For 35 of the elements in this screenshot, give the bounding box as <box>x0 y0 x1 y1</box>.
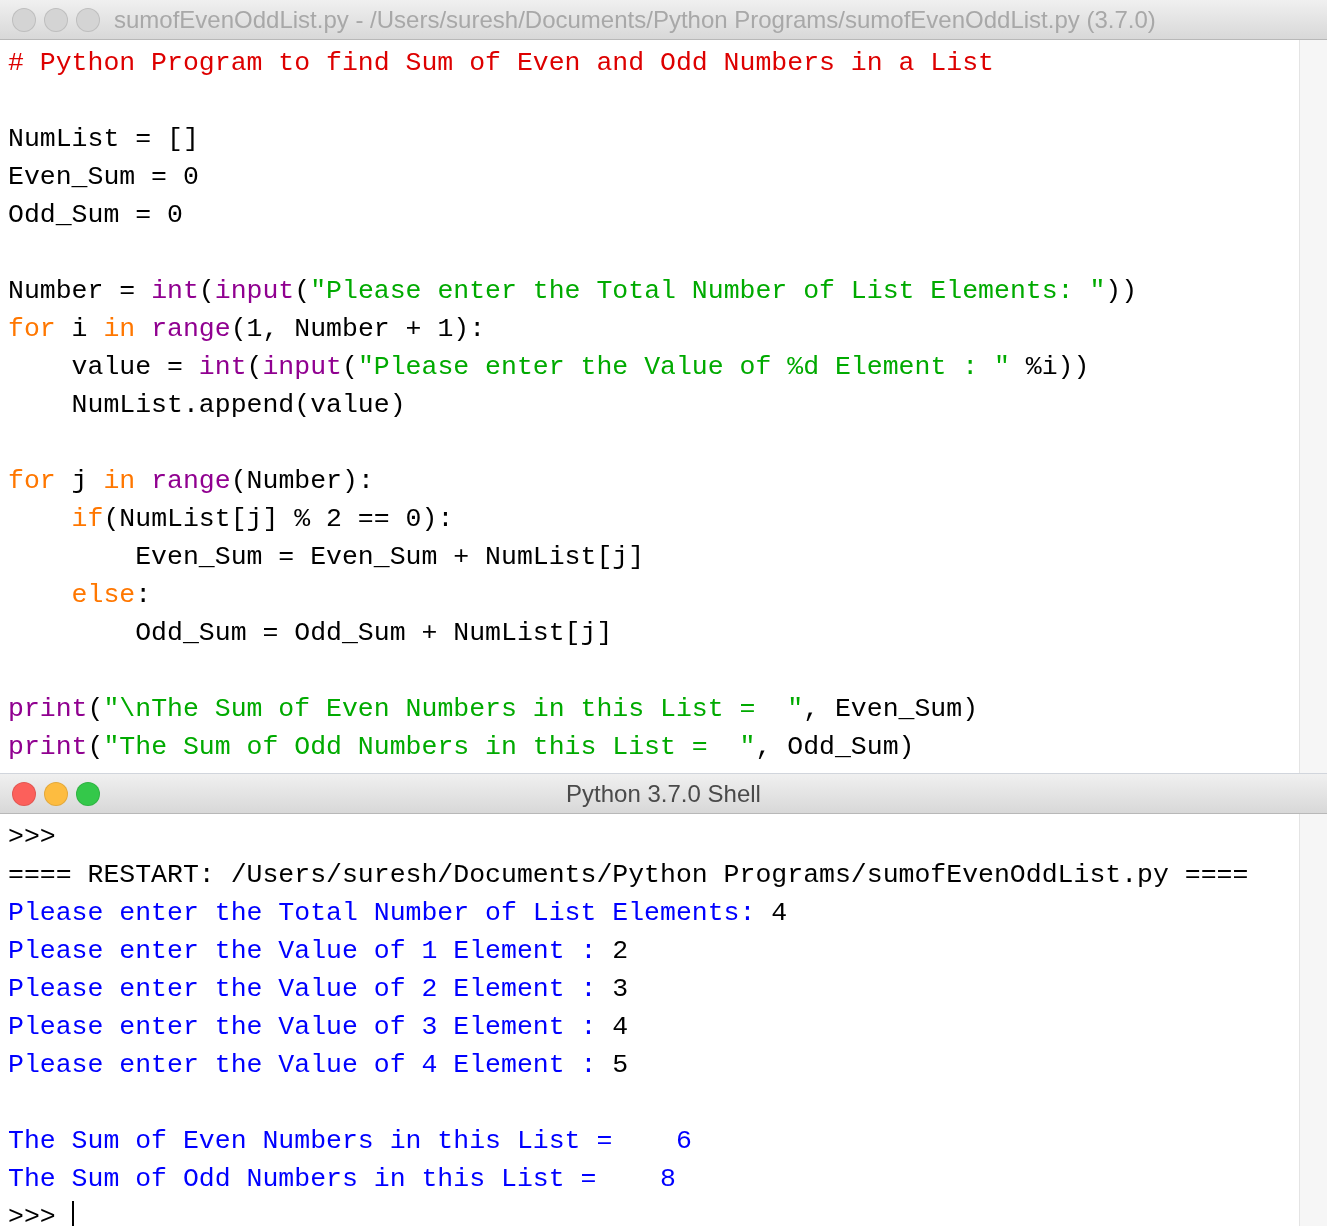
code-line: Even_Sum = 0 <box>8 161 199 194</box>
zoom-button[interactable] <box>76 7 100 32</box>
code-line: Number = int(input("Please enter the Total Number of List Elements: ")) <box>8 275 1138 308</box>
code-line: Odd_Sum = Odd_Sum + NumList[j] <box>134 617 613 650</box>
code-line: Please enter the Total Number of List Elements: 4 <box>8 897 788 930</box>
code-line: Please enter the Value of 1 Element : 2 <box>8 935 629 968</box>
code-line: print("The Sum of Odd Numbers in this List = ", Odd_Sum) <box>8 731 915 764</box>
close-button[interactable] <box>12 7 36 32</box>
code-line: NumList.append(value) <box>70 389 406 422</box>
code-line: for i in range(1, Number + 1): <box>8 313 486 346</box>
code-line: Please enter the Value of 4 Element : 5 <box>8 1049 629 1082</box>
code-line: if(NumList[j] % 2 == 0): <box>70 503 454 536</box>
code-line: NumList = [] <box>8 123 199 156</box>
scrollbar[interactable] <box>1299 40 1327 773</box>
code-line: The Sum of Even Numbers in this List = 6 <box>8 1125 692 1158</box>
code-line: for j in range(Number): <box>8 465 374 498</box>
code-line: Please enter the Value of 2 Element : 3 <box>8 973 629 1006</box>
code-line: Even_Sum = Even_Sum + NumList[j] <box>134 541 645 574</box>
code-line: else: <box>70 579 152 612</box>
code-line: >>> <box>8 1201 57 1226</box>
window-title: Python 3.7.0 Shell <box>565 778 762 809</box>
code-line: Odd_Sum = 0 <box>8 199 183 232</box>
code-line: value = int(input("Please enter the Value of %d Element : " %i)) <box>70 351 1090 384</box>
minimize-button[interactable] <box>44 7 68 32</box>
code-line: >>> <box>8 821 56 854</box>
close-button[interactable] <box>12 781 36 806</box>
zoom-button[interactable] <box>76 781 100 806</box>
scrollbar[interactable] <box>1299 814 1327 1226</box>
code-line: The Sum of Odd Numbers in this List = 8 <box>8 1163 676 1196</box>
window-title: sumofEvenOddList.py - /Users/suresh/Documents/Python Programs/sumofEvenOddList.py (3.7.0) <box>113 4 1156 35</box>
code-line: # Python Program to find Sum of Even and Odd Numbers in a List <box>8 47 994 80</box>
code-line: ==== RESTART: /Users/suresh/Documents/Python Programs/sumofEvenOddList.py ==== <box>8 859 1249 892</box>
code-line: Please enter the Value of 3 Element : 4 <box>8 1011 629 1044</box>
minimize-button[interactable] <box>44 781 68 806</box>
code-line: print("\nThe Sum of Even Numbers in this List = ", Even_Sum) <box>8 693 979 726</box>
